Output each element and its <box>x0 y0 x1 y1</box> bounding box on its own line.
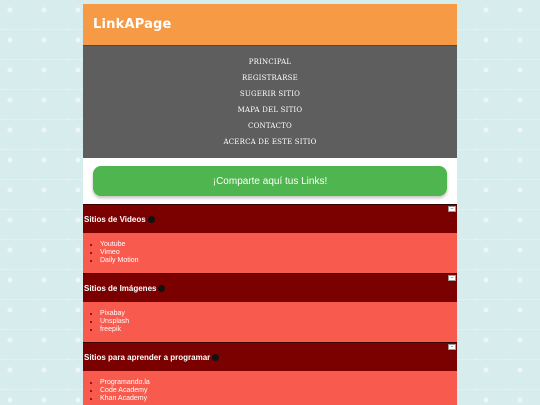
link-list: Pixabay Unsplash freepik <box>83 310 129 334</box>
collapse-icon[interactable]: − <box>448 275 456 281</box>
link-item[interactable]: Pixabay <box>100 310 129 318</box>
category-title-text: Sitios de Imágenes <box>84 283 157 293</box>
category-title: Sitios para aprender a programar <box>83 352 220 362</box>
link-item[interactable]: Youtube <box>100 241 139 249</box>
category-body-videos: Youtube Vimeo Daily Motion <box>83 233 457 273</box>
category-body-imagenes: Pixabay Unsplash freepik <box>83 302 457 342</box>
main-nav: PRINCIPAL REGISTRARSE SUGERIR SITIO MAPA… <box>83 45 457 158</box>
dot-icon <box>147 215 155 223</box>
link-item[interactable]: Programando.la <box>100 379 150 387</box>
collapse-icon[interactable]: − <box>448 206 456 212</box>
nav-item-contacto[interactable]: CONTACTO <box>248 118 292 134</box>
link-item[interactable]: freepik <box>100 326 129 334</box>
share-links-button[interactable]: ¡Comparte aquí tus Links! <box>93 166 447 196</box>
category-header-imagenes[interactable]: Sitios de Imágenes − <box>83 273 457 302</box>
page-container: LinkAPage PRINCIPAL REGISTRARSE SUGERIR … <box>83 4 457 405</box>
site-logo[interactable]: LinkAPage <box>93 17 172 32</box>
link-item[interactable]: Daily Motion <box>100 257 139 265</box>
collapse-icon[interactable]: − <box>448 344 456 350</box>
category-body-programar: Programando.la Code Academy Khan Academy <box>83 371 457 405</box>
category-title-text: Sitios para aprender a programar <box>84 352 211 362</box>
nav-item-mapa-del-sitio[interactable]: MAPA DEL SITIO <box>238 102 303 118</box>
nav-item-principal[interactable]: PRINCIPAL <box>249 54 292 70</box>
dot-icon <box>212 353 220 361</box>
share-section: ¡Comparte aquí tus Links! <box>83 158 457 204</box>
nav-item-sugerir-sitio[interactable]: SUGERIR SITIO <box>240 86 300 102</box>
link-item[interactable]: Unsplash <box>100 318 129 326</box>
link-item[interactable]: Code Academy <box>100 387 150 395</box>
category-header-programar[interactable]: Sitios para aprender a programar − <box>83 342 457 371</box>
category-title: Sitios de Imágenes <box>83 283 166 293</box>
category-header-videos[interactable]: Sitios de Videos − <box>83 204 457 233</box>
category-title: Sitios de Videos <box>83 215 155 224</box>
link-list: Youtube Vimeo Daily Motion <box>83 241 139 265</box>
nav-item-registrarse[interactable]: REGISTRARSE <box>242 70 298 86</box>
dot-icon <box>158 284 166 292</box>
link-list: Programando.la Code Academy Khan Academy <box>83 379 150 403</box>
nav-item-acerca[interactable]: ACERCA DE ESTE SITIO <box>223 134 316 150</box>
category-title-text: Sitios de Videos <box>84 214 146 224</box>
link-item[interactable]: Khan Academy <box>100 395 150 403</box>
link-item[interactable]: Vimeo <box>100 249 139 257</box>
site-header: LinkAPage <box>83 4 457 45</box>
